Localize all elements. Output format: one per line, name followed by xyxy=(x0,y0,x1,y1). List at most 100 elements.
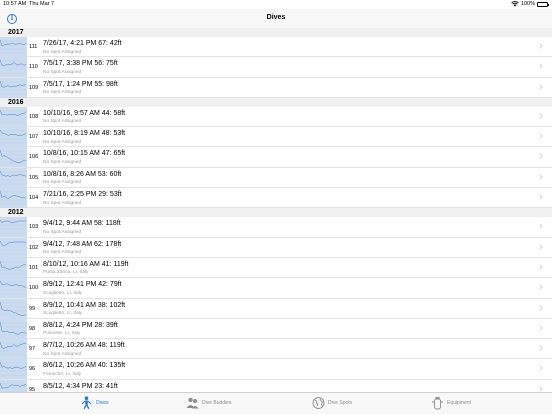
chevron-right-icon xyxy=(539,223,543,230)
dive-title: 8/9/12, 10:41 AM 38: 102ft xyxy=(43,301,126,309)
dive-row[interactable]: 103 9/4/12, 9:44 AM 58: 118ft No Spot Assi… xyxy=(0,217,552,238)
tab-dive-buddies-label: Dive Buddies xyxy=(202,400,232,406)
dive-profile-graph xyxy=(0,240,27,254)
chevron-right-icon xyxy=(539,325,543,331)
dive-profile-graph xyxy=(0,342,27,356)
dive-title: 9/4/12, 9:44 AM 58: 118ft xyxy=(43,220,121,228)
dive-spot: No Spot Assigned xyxy=(43,351,82,357)
dive-spot: Scoglietto, LI, Italy xyxy=(43,290,83,296)
chevron-right-icon xyxy=(539,153,543,160)
dive-profile-graph xyxy=(0,150,27,164)
tab-dive-spots[interactable]: Dive Spots xyxy=(312,396,352,410)
dive-number: 105 xyxy=(29,174,39,181)
dive-profile-thumbnail xyxy=(0,167,27,188)
dive-row[interactable]: 102 9/4/12, 7:48 AM 62: 178ft No Spot Assi… xyxy=(0,237,552,258)
tab-dives[interactable]: Dives xyxy=(80,396,109,410)
dive-row[interactable]: 98 8/8/12, 4:24 PM 28: 39ft Pomonte, LI, I… xyxy=(0,318,552,340)
chevron-right-icon xyxy=(539,386,543,392)
dive-number: 106 xyxy=(29,154,39,161)
dive-spot: Scoglietto, LI, Italy xyxy=(43,311,83,317)
dive-title: 7/21/16, 2:25 PM 29: 53ft xyxy=(43,191,122,199)
dive-title: 8/6/12, 10:26 AM 40: 135ft xyxy=(43,362,126,370)
dive-number: 110 xyxy=(29,64,38,71)
dive-row[interactable]: 109 7/5/17, 1:24 PM 55: 98ft No Spot Assig… xyxy=(0,77,552,98)
chevron-right-icon xyxy=(539,174,543,180)
dive-spot: No Spot Assigned xyxy=(43,200,82,206)
globe-icon xyxy=(312,397,325,409)
battery-icon xyxy=(537,1,549,7)
dive-profile-thumbnail xyxy=(0,237,27,258)
dive-profile-thumbnail xyxy=(0,339,27,360)
tab-dive-buddies[interactable]: Dive Buddies xyxy=(186,396,231,410)
dive-spot: Formiche, LI, Italy xyxy=(43,371,82,377)
navigation-bar: i Dives xyxy=(0,9,552,28)
chevron-right-icon xyxy=(539,113,543,119)
dive-profile-thumbnail xyxy=(0,147,27,168)
dive-title: 8/10/12, 10:16 AM 41: 119ft xyxy=(43,260,129,268)
dive-profile-thumbnail xyxy=(0,127,27,148)
tab-dive-spots-label: Dive Spots xyxy=(328,400,353,406)
tab-equipment-label: Equipment xyxy=(447,400,471,406)
dive-profile-graph xyxy=(0,109,27,124)
dive-spot: No Spot Assigned xyxy=(43,229,82,235)
dive-title: 10/10/16, 9:57 AM 44: 58ft xyxy=(43,109,126,117)
dive-profile-thumbnail xyxy=(0,298,27,319)
dive-profile-thumbnail xyxy=(0,77,27,98)
dive-spot: No Spot Assigned xyxy=(43,49,82,55)
dive-title: 7/5/17, 3:38 PM 56: 75ft xyxy=(43,60,118,68)
dive-profile-graph xyxy=(0,170,27,184)
dive-number: 111 xyxy=(29,44,38,50)
dive-profile-graph xyxy=(0,301,27,316)
dive-row[interactable]: 97 8/7/12, 10:26 AM 48: 119ft No Spot Assi… xyxy=(0,339,552,360)
dive-number: 101 xyxy=(29,264,39,271)
dive-profile-thumbnail xyxy=(0,257,27,278)
tab-equipment[interactable]: Equipment xyxy=(431,396,471,410)
buddies-icon xyxy=(186,397,199,409)
dive-title: 8/5/12, 4:34 PM 23: 41ft xyxy=(43,382,118,390)
dive-profile-graph xyxy=(0,220,27,234)
dive-title: 10/8/16, 10:15 AM 47: 65ft xyxy=(43,150,126,158)
dive-list[interactable]: 2017 111 7/26/17, 4:21 PM 67: 42ft No Spot … xyxy=(0,28,552,392)
dive-profile-thumbnail xyxy=(0,217,27,238)
chevron-right-icon xyxy=(539,43,543,49)
wifi-icon xyxy=(511,1,519,7)
dive-profile-graph xyxy=(0,281,27,295)
dive-profile-thumbnail xyxy=(0,318,27,339)
chevron-right-icon xyxy=(539,345,543,351)
status-right: 100% xyxy=(511,1,549,7)
dive-number: 109 xyxy=(29,84,39,91)
page-title: Dives xyxy=(266,14,286,21)
dive-row[interactable]: 100 8/9/12, 12:41 PM 42: 79ft Scoglietto, … xyxy=(0,278,552,299)
chevron-right-icon xyxy=(539,365,543,372)
dive-number: 99 xyxy=(29,305,36,312)
section-header-2016: 2016 xyxy=(0,97,552,107)
dive-row[interactable]: 108 10/10/16, 9:57 AM 44: 58ft No Spot Ass… xyxy=(0,106,552,128)
dive-spot: No Spot Assigned xyxy=(43,250,82,256)
dive-number: 108 xyxy=(29,113,39,120)
dive-row[interactable]: 110 7/5/17, 3:38 PM 56: 75ft No Spot Assig… xyxy=(0,57,552,78)
dive-profile-graph xyxy=(0,321,27,336)
dive-row[interactable]: 101 8/10/12, 10:16 AM 41: 119ft Punta Zanc… xyxy=(0,257,552,279)
dive-number: 100 xyxy=(29,285,39,292)
dive-number: 98 xyxy=(29,325,36,332)
dive-row[interactable]: 99 8/9/12, 10:41 AM 38: 102ft Scoglietto, … xyxy=(0,298,552,319)
dive-row[interactable]: 107 10/10/16, 8:19 AM 48: 53ft No Spot Ass… xyxy=(0,127,552,148)
dive-profile-graph xyxy=(0,130,27,144)
dive-row[interactable]: 104 7/21/16, 2:25 PM 29: 53ft No Spot Assi… xyxy=(0,188,552,209)
chevron-right-icon xyxy=(539,194,543,200)
chevron-right-icon xyxy=(539,304,543,311)
status-bar: 10:57 AM Thu Mar 7 100% xyxy=(0,0,552,9)
dive-title: 8/8/12, 4:24 PM 28: 39ft xyxy=(43,321,118,329)
dive-spot: No Spot Assigned xyxy=(43,159,82,165)
dive-profile-thumbnail xyxy=(0,188,27,209)
dive-row[interactable]: 105 10/8/16, 8:26 AM 53: 60ft No Spot Assi… xyxy=(0,167,552,189)
dive-row[interactable]: 96 8/6/12, 10:26 AM 40: 135ft Formiche, LI… xyxy=(0,359,552,380)
chevron-right-icon xyxy=(539,83,543,90)
dive-row[interactable]: 958/5/12, 4:34 PM 23: 41ftPomonte, LI, I… xyxy=(0,379,552,392)
chevron-right-icon xyxy=(539,284,543,290)
dive-profile-thumbnail xyxy=(0,37,27,57)
section-header-2017: 2017 xyxy=(0,28,552,37)
dive-title: 9/4/12, 7:48 AM 62: 178ft xyxy=(43,240,122,248)
dive-row[interactable]: 106 10/8/16, 10:15 AM 47: 65ft No Spot Ass… xyxy=(0,147,552,168)
dive-row[interactable]: 111 7/26/17, 4:21 PM 67: 42ft No Spot Assi… xyxy=(0,37,552,58)
